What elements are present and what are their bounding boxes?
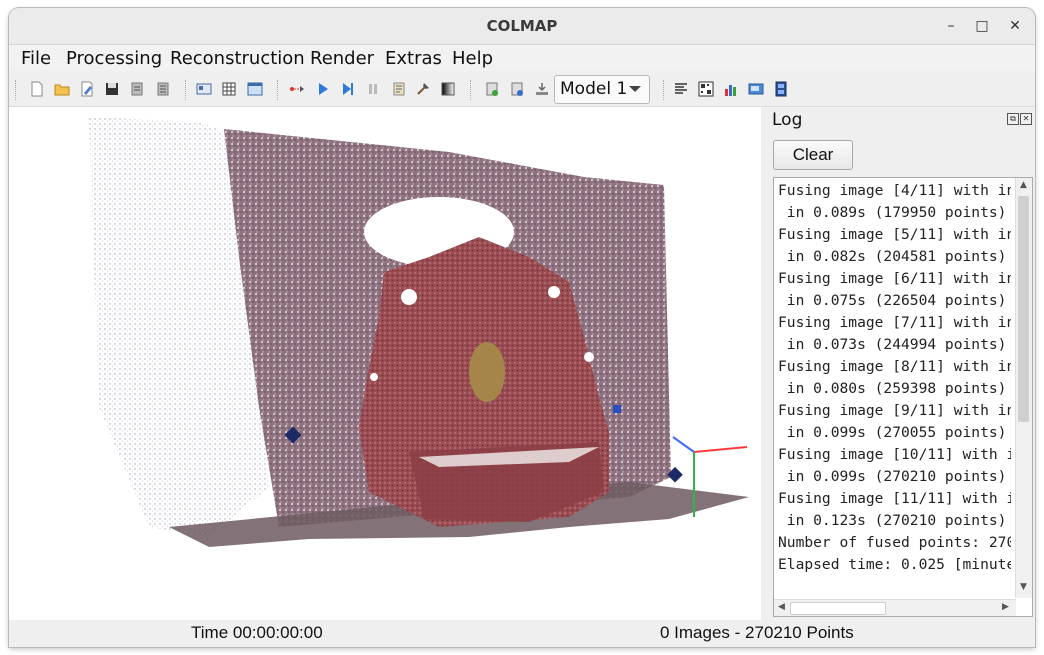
3d-viewport[interactable] <box>9 107 761 620</box>
log-text: Fusing image [4/11] with index 3 in 0.08… <box>778 180 1011 576</box>
maximize-icon[interactable]: □ <box>972 16 992 36</box>
model-select-value: Model 1 <box>560 79 628 99</box>
pause-reconstruction-icon[interactable] <box>365 81 381 97</box>
log-vertical-scroll-thumb[interactable] <box>1018 196 1029 422</box>
log-line: in 0.099s (270210 points) <box>778 468 1007 485</box>
menu-reconstruction[interactable]: Reconstruction <box>170 48 305 69</box>
toolbar-separator <box>277 80 279 100</box>
menu-bar: File Processing Reconstruction Render Ex… <box>9 45 1035 71</box>
grab-image-icon[interactable] <box>534 81 550 97</box>
reconstruction-options-icon[interactable] <box>391 81 407 97</box>
log-line: Fusing image [4/11] with index 3 <box>778 182 1011 199</box>
log-line: in 0.099s (270055 points) <box>778 424 1007 441</box>
minimize-icon[interactable]: – <box>941 16 961 36</box>
model-select[interactable]: Model 1 <box>554 75 650 104</box>
app-window: COLMAP – □ ✕ File Processing Reconstruct… <box>9 8 1035 647</box>
log-line: Fusing image [6/11] with index 5 <box>778 270 1011 287</box>
log-horizontal-scrollbar[interactable]: ◀ ▶ <box>774 599 1016 616</box>
log-line: in 0.080s (259398 points) <box>778 380 1007 397</box>
feature-matching-icon[interactable] <box>221 81 237 97</box>
log-line: Fusing image [10/11] with index 9 <box>778 446 1011 463</box>
log-line: Fusing image [9/11] with index 8 <box>778 402 1011 419</box>
database-management-icon[interactable] <box>247 81 263 97</box>
float-dock-icon[interactable]: ⧉ <box>1007 113 1019 125</box>
toolbar: Model 1 <box>9 72 1035 107</box>
log-line: in 0.089s (179950 points) <box>778 204 1007 221</box>
log-vertical-scrollbar[interactable]: ▲ ▼ <box>1015 178 1032 598</box>
close-icon[interactable]: ✕ <box>1005 16 1025 36</box>
open-project-icon[interactable] <box>54 81 70 97</box>
x-axis <box>693 446 748 453</box>
toolbar-grip <box>15 80 17 100</box>
log-line: in 0.075s (226504 points) <box>778 292 1007 309</box>
toolbar-separator <box>185 80 187 100</box>
menu-processing[interactable]: Processing <box>66 48 162 69</box>
window-title: COLMAP <box>486 17 558 35</box>
step-reconstruction-icon[interactable] <box>340 81 356 97</box>
export-model-icon[interactable] <box>155 81 171 97</box>
show-log-icon[interactable] <box>673 81 689 97</box>
new-project-icon[interactable] <box>29 81 45 97</box>
bundle-adjustment-icon[interactable] <box>415 81 431 97</box>
menu-file[interactable]: File <box>21 48 51 69</box>
scroll-down-icon[interactable]: ▼ <box>1020 582 1027 592</box>
grab-image-2-icon[interactable] <box>748 81 764 97</box>
log-line: Elapsed time: 0.025 [minutes] <box>778 556 1011 573</box>
close-dock-icon[interactable]: ✕ <box>1020 113 1032 125</box>
import-model-icon[interactable] <box>129 81 145 97</box>
status-summary: 0 Images - 270210 Points <box>660 623 854 642</box>
status-time: Time 00:00:00:00 <box>191 623 323 642</box>
log-title: Log <box>772 110 803 130</box>
z-axis <box>672 436 695 453</box>
chevron-down-icon <box>629 86 641 92</box>
clear-log-button[interactable]: Clear <box>773 140 853 170</box>
scroll-right-icon[interactable]: ▶ <box>1002 602 1009 612</box>
log-line: Fusing image [7/11] with index 6 <box>778 314 1011 331</box>
render-options-icon[interactable] <box>484 81 500 97</box>
scroll-up-icon[interactable]: ▲ <box>1020 180 1027 190</box>
reset-view-icon[interactable] <box>509 81 525 97</box>
title-bar: COLMAP – □ ✕ <box>9 8 1035 45</box>
menu-render[interactable]: Render <box>310 48 374 69</box>
log-line: Number of fused points: 270210 <box>778 534 1011 551</box>
model-stats-icon[interactable] <box>723 81 739 97</box>
grab-movie-icon[interactable] <box>773 81 789 97</box>
log-line: Fusing image [5/11] with index 4 <box>778 226 1011 243</box>
log-dock: Log ⧉ ✕ Clear Fusing image [4/11] with i… <box>764 107 1035 620</box>
start-reconstruction-icon[interactable] <box>315 81 331 97</box>
match-matrix-icon[interactable] <box>698 81 714 97</box>
fountain-statue-points <box>469 342 505 402</box>
toolbar-separator <box>470 80 472 100</box>
point-cloud-render <box>89 117 749 547</box>
feature-extraction-icon[interactable] <box>196 81 212 97</box>
log-horizontal-scroll-thumb[interactable] <box>790 602 886 615</box>
log-line: in 0.073s (244994 points) <box>778 336 1007 353</box>
log-line: in 0.082s (204581 points) <box>778 248 1007 265</box>
status-bar: Time 00:00:00:00 0 Images - 270210 Point… <box>9 620 1035 647</box>
edit-project-icon[interactable] <box>79 81 95 97</box>
camera-marker <box>613 405 621 413</box>
scroll-left-icon[interactable]: ◀ <box>778 602 785 612</box>
menu-help[interactable]: Help <box>452 48 493 69</box>
save-project-icon[interactable] <box>104 81 120 97</box>
log-line: Fusing image [8/11] with index 7 <box>778 358 1011 375</box>
menu-extras[interactable]: Extras <box>385 48 442 69</box>
log-line: in 0.123s (270210 points) <box>778 512 1007 529</box>
automatic-reconstruction-icon[interactable] <box>289 81 305 97</box>
log-textarea[interactable]: Fusing image [4/11] with index 3 in 0.08… <box>773 177 1033 617</box>
log-line: Fusing image [11/11] with index 10 <box>778 490 1011 507</box>
toolbar-separator <box>663 80 665 100</box>
dense-reconstruction-icon[interactable] <box>440 81 456 97</box>
